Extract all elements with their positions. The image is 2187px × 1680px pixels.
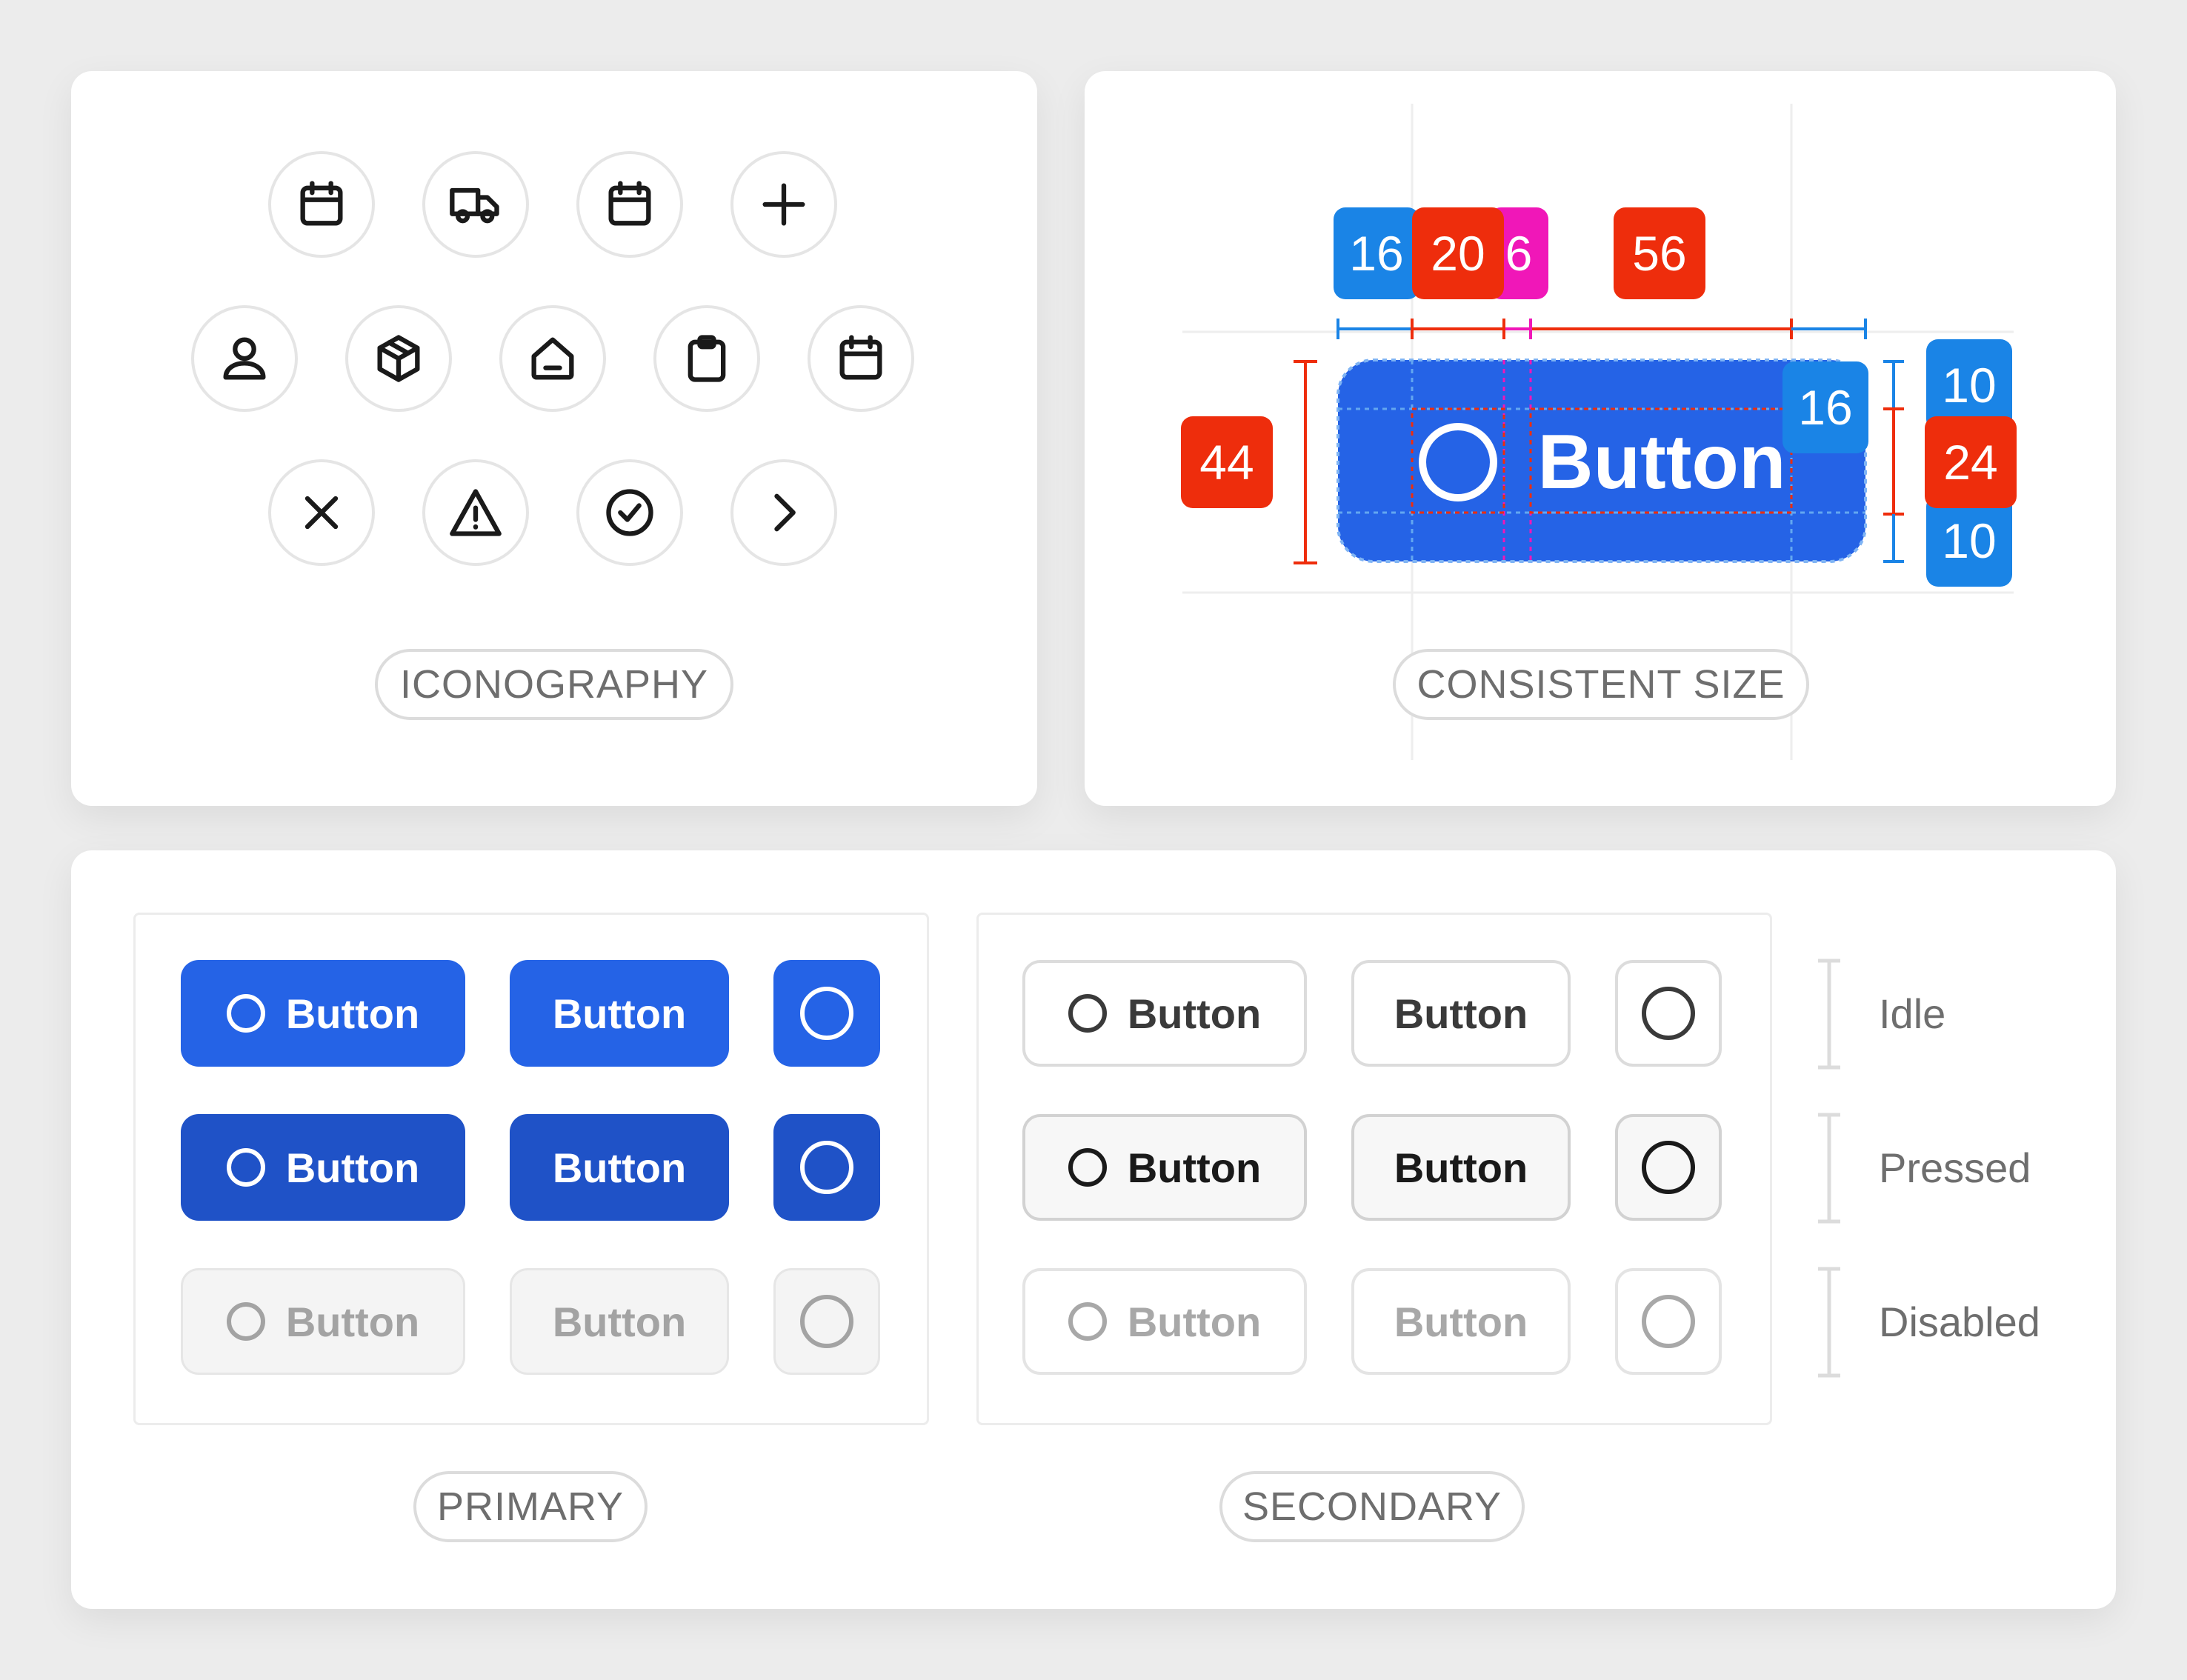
state-label-pressed: Pressed: [1879, 1144, 2031, 1191]
primary-button-icon-idle[interactable]: [773, 960, 880, 1067]
measure-20: 20: [1412, 207, 1504, 299]
plus-icon[interactable]: [730, 151, 837, 258]
circle-icon: [1642, 1295, 1695, 1348]
button-label: Button: [1394, 1298, 1528, 1345]
measure-16-left: 16: [1334, 207, 1419, 299]
measure-24: 24: [1925, 416, 2017, 508]
primary-button-icon-text-disabled: Button: [181, 1268, 465, 1375]
iconography-label: ICONOGRAPHY: [375, 649, 733, 720]
secondary-button-text-idle[interactable]: Button: [1351, 960, 1571, 1067]
chevron-right-icon[interactable]: [730, 459, 837, 566]
primary-button-icon-disabled: [773, 1268, 880, 1375]
primary-button-text-disabled: Button: [510, 1268, 729, 1375]
secondary-button-text-disabled: Button: [1351, 1268, 1571, 1375]
state-bracket-disabled: [1818, 1267, 1840, 1378]
circle-icon: [1068, 994, 1107, 1033]
button-label: Button: [1127, 1298, 1262, 1345]
primary-label: PRIMARY: [413, 1471, 648, 1542]
button-label: Button: [1127, 990, 1262, 1037]
circle-icon: [1068, 1302, 1107, 1341]
calendar-icon[interactable]: [808, 305, 914, 412]
state-label-disabled: Disabled: [1879, 1299, 2040, 1345]
circle-icon: [800, 1295, 853, 1348]
secondary-button-icon-text-idle[interactable]: Button: [1022, 960, 1307, 1067]
primary-button-icon-text-idle[interactable]: Button: [181, 960, 465, 1067]
button-label: Button: [285, 990, 420, 1037]
measure-16-inner: 16: [1782, 361, 1868, 453]
state-bracket-pressed: [1818, 1113, 1840, 1224]
button-label: Button: [1394, 990, 1528, 1037]
circle-icon: [800, 987, 853, 1040]
state-label-idle: Idle: [1879, 990, 1946, 1037]
button-label: Button: [285, 1144, 420, 1191]
circle-icon: [1068, 1148, 1107, 1187]
box-icon[interactable]: [345, 305, 452, 412]
circle-icon: [226, 1148, 265, 1187]
circle-icon: [1642, 1141, 1695, 1194]
state-bracket-idle: [1818, 959, 1840, 1070]
button-label: Button: [552, 990, 687, 1037]
clipboard-icon[interactable]: [653, 305, 760, 412]
measure-10-bottom: 10: [1926, 495, 2012, 587]
calendar-icon[interactable]: [576, 151, 683, 258]
circle-icon: [226, 994, 265, 1033]
close-icon[interactable]: [268, 459, 375, 566]
measure-56: 56: [1614, 207, 1705, 299]
secondary-button-icon-disabled: [1615, 1268, 1722, 1375]
user-icon[interactable]: [191, 305, 298, 412]
secondary-label: SECONDARY: [1219, 1471, 1525, 1542]
primary-button-icon-pressed[interactable]: [773, 1114, 880, 1221]
secondary-button-icon-text-pressed[interactable]: Button: [1022, 1114, 1307, 1221]
button-label: Button: [552, 1144, 687, 1191]
calendar-icon[interactable]: [268, 151, 375, 258]
secondary-button-icon-idle[interactable]: [1615, 960, 1722, 1067]
secondary-button-text-pressed[interactable]: Button: [1351, 1114, 1571, 1221]
primary-button-icon-text-pressed[interactable]: Button: [181, 1114, 465, 1221]
check-circle-icon[interactable]: [576, 459, 683, 566]
consistent-size-label: CONSISTENT SIZE: [1393, 649, 1809, 720]
button-label: Button: [552, 1298, 687, 1345]
truck-icon[interactable]: [422, 151, 529, 258]
measure-44: 44: [1181, 416, 1273, 508]
primary-button-text-pressed[interactable]: Button: [510, 1114, 729, 1221]
home-icon[interactable]: [499, 305, 606, 412]
circle-icon: [226, 1302, 265, 1341]
secondary-button-icon-text-disabled: Button: [1022, 1268, 1307, 1375]
circle-icon: [800, 1141, 853, 1194]
primary-button-text-idle[interactable]: Button: [510, 960, 729, 1067]
warning-icon[interactable]: [422, 459, 529, 566]
secondary-button-icon-pressed[interactable]: [1615, 1114, 1722, 1221]
button-label: Button: [1394, 1144, 1528, 1191]
sample-button-label: Button: [1537, 419, 1786, 505]
circle-icon: [1642, 987, 1695, 1040]
button-label: Button: [285, 1298, 420, 1345]
button-label: Button: [1127, 1144, 1262, 1191]
